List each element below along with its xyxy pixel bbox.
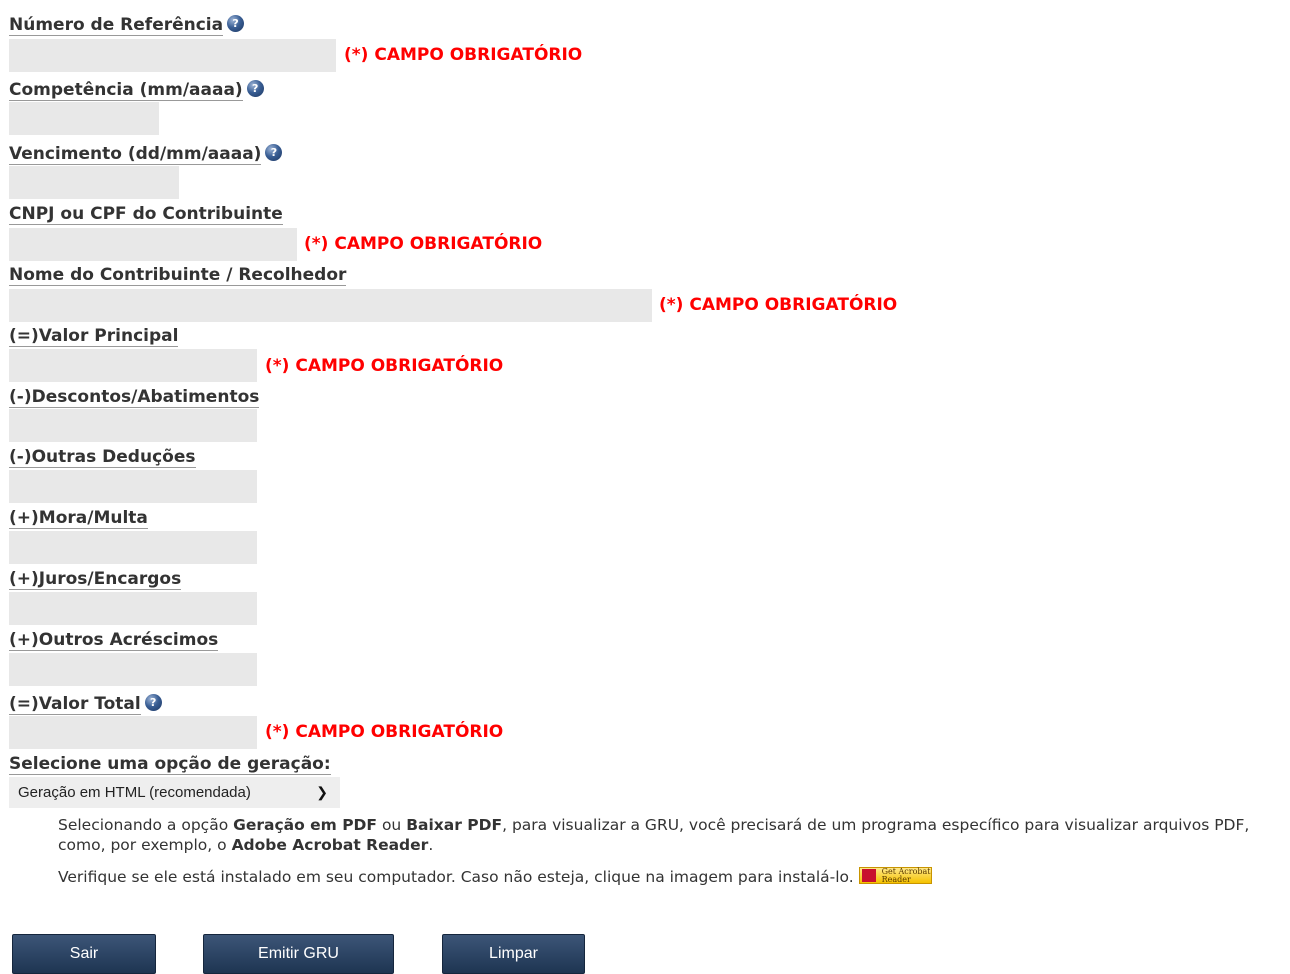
label-text: (=)Valor Principal bbox=[9, 326, 179, 347]
field-label-mora-multa: (+)Mora/Multa bbox=[9, 508, 148, 529]
note-emphasis: Baixar PDF bbox=[406, 816, 503, 834]
label-text: (+)Mora/Multa bbox=[9, 508, 148, 529]
field-label-nome: Nome do Contribuinte / Recolhedor bbox=[9, 265, 347, 286]
required-indicator: (*) CAMPO OBRIGATÓRIO bbox=[344, 45, 583, 65]
acrobat-badge-text: Get Acrobat Reader bbox=[881, 867, 931, 884]
juros-input[interactable] bbox=[9, 592, 257, 625]
label-text: (-)Descontos/Abatimentos bbox=[9, 387, 260, 408]
help-icon[interactable]: ? bbox=[246, 80, 264, 97]
help-icon[interactable]: ? bbox=[144, 694, 162, 711]
field-label-referencia: Número de Referência? bbox=[9, 15, 245, 36]
required-indicator: (*) CAMPO OBRIGATÓRIO bbox=[304, 234, 543, 254]
help-icon[interactable]: ? bbox=[265, 144, 283, 161]
outros-acrescimos-input[interactable] bbox=[9, 653, 257, 686]
field-label-outros-acrescimos: (+)Outros Acréscimos bbox=[9, 630, 219, 651]
geracao-select[interactable]: Geração em HTML (recomendada) ❯ bbox=[9, 777, 340, 808]
sair-button[interactable]: Sair bbox=[12, 934, 156, 974]
valor-principal-input[interactable] bbox=[9, 349, 257, 382]
required-indicator: (*) CAMPO OBRIGATÓRIO bbox=[265, 722, 504, 742]
field-label-valor-principal: (=)Valor Principal bbox=[9, 326, 179, 347]
emitir-gru-button[interactable]: Emitir GRU bbox=[203, 934, 394, 974]
field-label-vencimento: Vencimento (dd/mm/aaaa)? bbox=[9, 144, 283, 165]
note-text: . bbox=[428, 836, 434, 854]
limpar-button[interactable]: Limpar bbox=[442, 934, 585, 974]
label-text: (-)Outras Deduções bbox=[9, 447, 196, 468]
chevron-down-icon: ❯ bbox=[316, 784, 328, 800]
label-text: (+)Juros/Encargos bbox=[9, 569, 182, 590]
label-text: CNPJ ou CPF do Contribuinte bbox=[9, 204, 283, 225]
label-text: Número de Referência bbox=[9, 15, 224, 36]
label-text: (=)Valor Total bbox=[9, 694, 141, 715]
nome-input[interactable] bbox=[9, 289, 652, 322]
note-text: Verifique se ele está instalado em seu c… bbox=[58, 868, 854, 886]
help-icon[interactable]: ? bbox=[227, 15, 245, 32]
field-label-juros: (+)Juros/Encargos bbox=[9, 569, 182, 590]
label-text: (+)Outros Acréscimos bbox=[9, 630, 219, 651]
field-label-geracao: Selecione uma opção de geração: bbox=[9, 754, 331, 775]
label-text: Selecione uma opção de geração: bbox=[9, 754, 331, 775]
field-label-competencia: Competência (mm/aaaa)? bbox=[9, 80, 264, 101]
field-label-cnpj: CNPJ ou CPF do Contribuinte bbox=[9, 204, 283, 225]
acrobat-reader-link[interactable]: Get Acrobat Reader bbox=[858, 867, 932, 884]
install-info-text: Verifique se ele está instalado em seu c… bbox=[58, 867, 1288, 887]
note-emphasis: Adobe Acrobat Reader bbox=[231, 836, 429, 854]
competencia-input[interactable] bbox=[9, 102, 159, 135]
note-emphasis: Geração em PDF bbox=[233, 816, 378, 834]
referencia-input[interactable] bbox=[9, 39, 336, 72]
field-label-valor-total: (=)Valor Total? bbox=[9, 694, 162, 715]
label-text: Competência (mm/aaaa) bbox=[9, 80, 243, 101]
adobe-logo-icon bbox=[861, 869, 876, 882]
vencimento-input[interactable] bbox=[9, 166, 179, 199]
note-text: Selecionando a opção bbox=[58, 816, 234, 834]
pdf-info-text: Selecionando a opção Geração em PDF ou B… bbox=[58, 815, 1288, 855]
label-text: Vencimento (dd/mm/aaaa) bbox=[9, 144, 262, 165]
cnpj-input[interactable] bbox=[9, 228, 297, 261]
required-indicator: (*) CAMPO OBRIGATÓRIO bbox=[265, 356, 504, 376]
outras-deducoes-input[interactable] bbox=[9, 470, 257, 503]
valor-total-input[interactable] bbox=[9, 716, 257, 749]
note-text: ou bbox=[377, 816, 407, 834]
descontos-input[interactable] bbox=[9, 409, 257, 442]
geracao-selected-value: Geração em HTML (recomendada) bbox=[18, 784, 251, 801]
mora-multa-input[interactable] bbox=[9, 531, 257, 564]
field-label-descontos: (-)Descontos/Abatimentos bbox=[9, 387, 260, 408]
required-indicator: (*) CAMPO OBRIGATÓRIO bbox=[659, 295, 898, 315]
field-label-outras-deducoes: (-)Outras Deduções bbox=[9, 447, 196, 468]
label-text: Nome do Contribuinte / Recolhedor bbox=[9, 265, 347, 286]
